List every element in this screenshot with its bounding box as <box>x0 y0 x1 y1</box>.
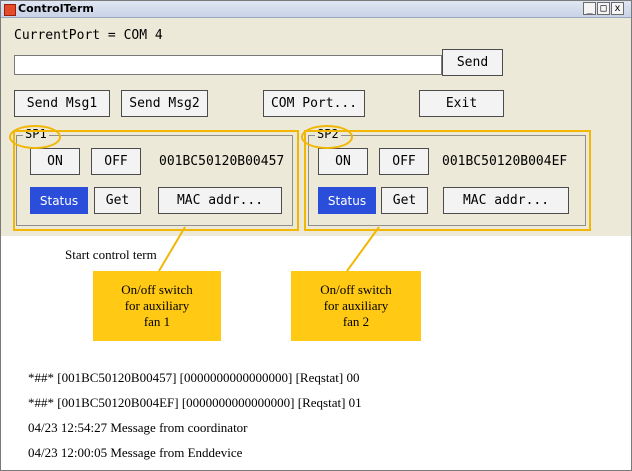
callout-fan1: On/off switch for auxiliary fan 1 <box>93 271 221 341</box>
callout1-pointer <box>158 226 186 272</box>
controlterm-window: ControlTerm _ □ x CurrentPort = COM 4 Se… <box>0 0 632 471</box>
callout-line: On/off switch <box>121 282 193 297</box>
callout-pointers <box>158 226 380 272</box>
callout2-pointer <box>346 226 380 272</box>
callout-line: fan 2 <box>342 314 370 329</box>
callout-fan2: On/off switch for auxiliary fan 2 <box>291 271 421 341</box>
callout-line: for auxiliary <box>323 298 389 313</box>
callout-line: for auxiliary <box>124 298 190 313</box>
callout-line: fan 1 <box>143 314 171 329</box>
callout-line: On/off switch <box>320 282 392 297</box>
